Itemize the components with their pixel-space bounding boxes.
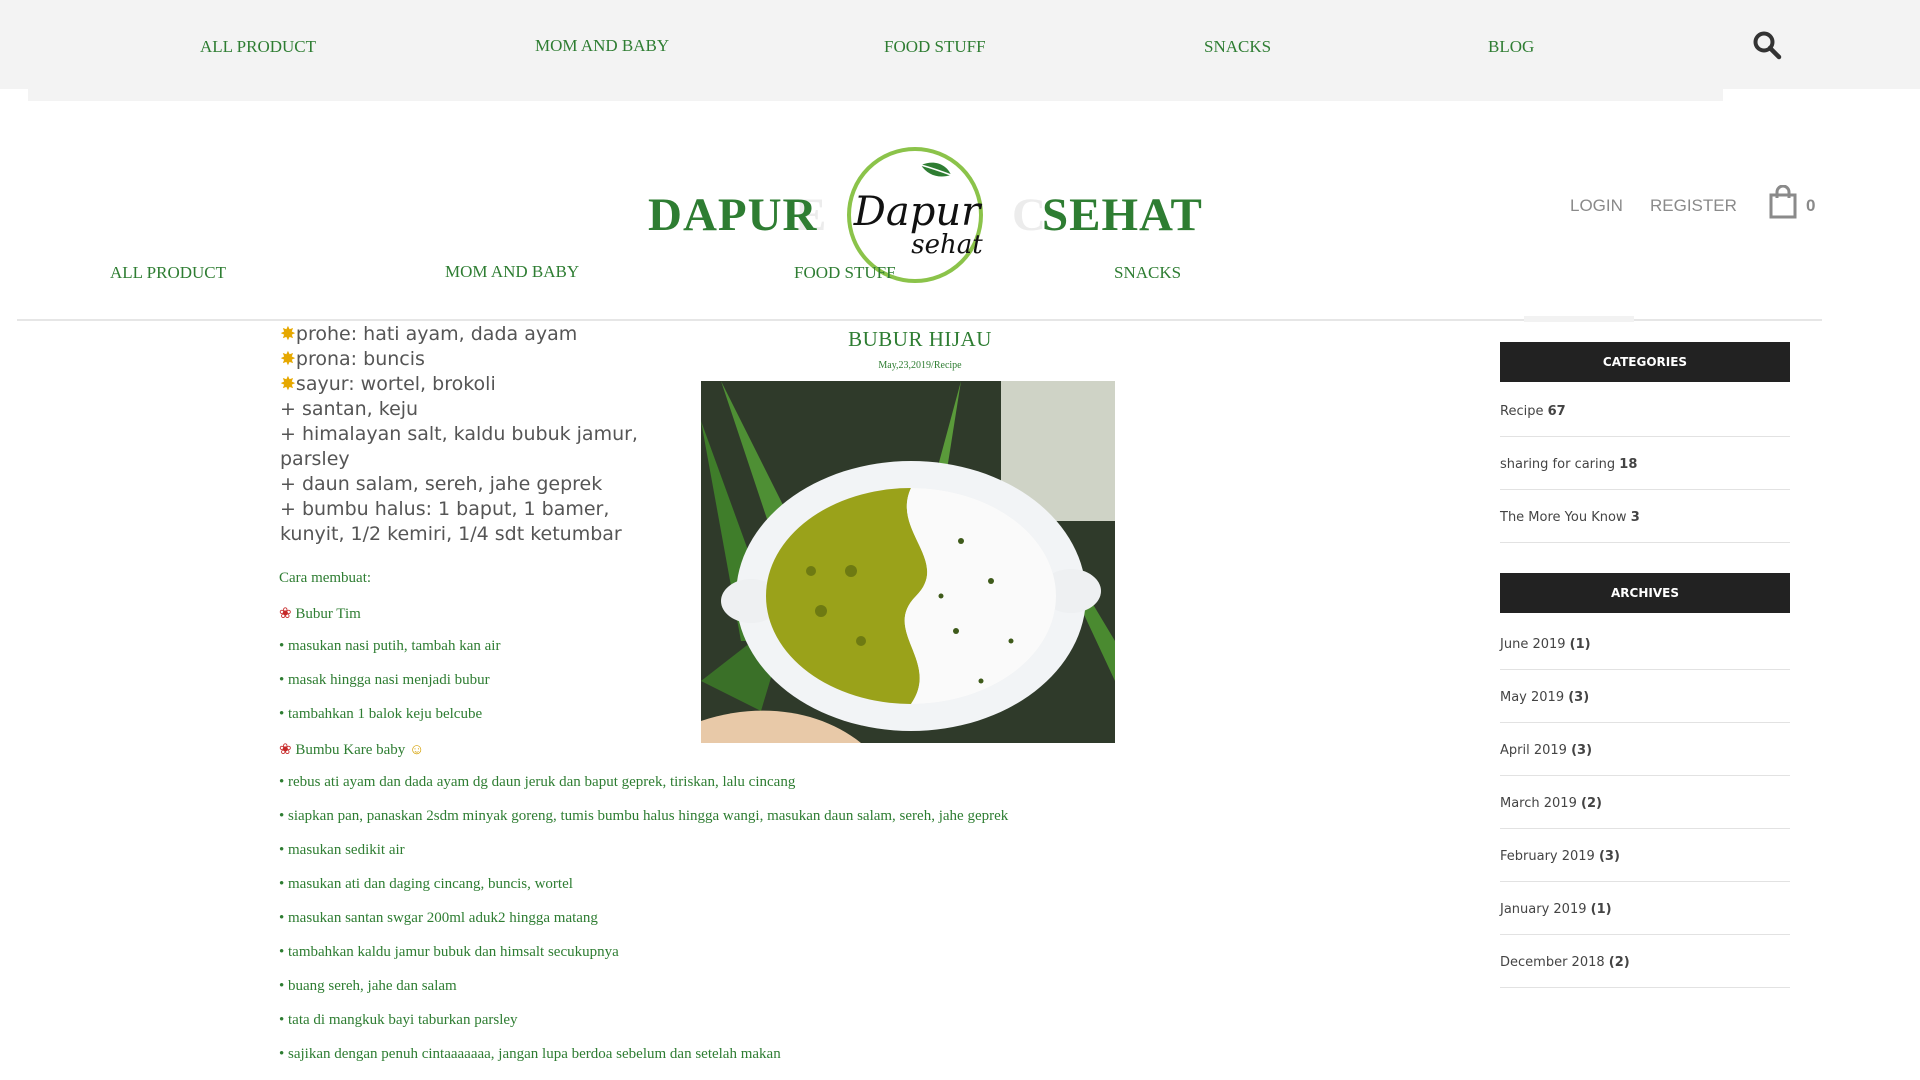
- archive-item[interactable]: April 2019 (3): [1500, 723, 1790, 776]
- step-line: • sajikan dengan penuh cintaaaaaaa, jang…: [279, 1046, 781, 1062]
- archive-item[interactable]: January 2019 (1): [1500, 882, 1790, 935]
- logo-text-sehat: sehat: [911, 230, 983, 260]
- flower-icon: ❀: [279, 606, 292, 622]
- steps-heading: Cara membuat:: [279, 570, 372, 586]
- archives-heading: ARCHIVES: [1500, 573, 1790, 613]
- step-line: • siapkan pan, panaskan 2sdm minyak gore…: [279, 808, 1009, 824]
- top-nav-food-stuff[interactable]: FOOD STUFF: [884, 37, 986, 57]
- archive-item[interactable]: March 2019 (2): [1500, 776, 1790, 829]
- step-line: • tambahkan kaldu jamur bubuk dan himsal…: [279, 944, 619, 960]
- section-heading: ❀ Bumbu Kare baby ☺: [279, 742, 425, 758]
- brand-right-text: SEHAT: [1042, 189, 1203, 241]
- ingredient-line: ✸sayur: wortel, brokoli: [280, 373, 496, 395]
- archive-item[interactable]: June 2019 (1): [1500, 617, 1790, 670]
- star-icon: ✸: [280, 348, 296, 370]
- post-meta: May,23,2019/Recipe: [878, 360, 962, 371]
- cart-count: 0: [1806, 196, 1816, 215]
- ingredient-line: + himalayan salt, kaldu bubuk jamur,: [280, 423, 638, 445]
- sidebar: CATEGORIES Recipe 67 sharing for caring …: [1500, 342, 1790, 988]
- step-line: • tata di mangkuk bayi taburkan parsley: [279, 1012, 518, 1028]
- archive-item[interactable]: May 2019 (3): [1500, 670, 1790, 723]
- step-line: • masukan nasi putih, tambah kan air: [279, 638, 501, 654]
- step-line: • rebus ati ayam dan dada ayam dg daun j…: [279, 774, 796, 790]
- ingredient-line: ✸prona: buncis: [280, 348, 425, 370]
- step-line: • masukan santan swgar 200ml aduk2 hingg…: [279, 910, 598, 926]
- ingredient-line: + daun salam, sereh, jahe geprek: [280, 473, 603, 495]
- logo-text-dapur: Dapur: [853, 189, 983, 235]
- step-line: • masukan ati dan daging cincang, buncis…: [279, 876, 573, 892]
- top-nav-snacks[interactable]: SNACKS: [1204, 37, 1271, 57]
- step-line: • masukan sedikit air: [279, 842, 405, 858]
- archive-item[interactable]: February 2019 (3): [1500, 829, 1790, 882]
- step-line: • masak hingga nasi menjadi bubur: [279, 672, 490, 688]
- ingredient-line: kunyit, 1/2 kemiri, 1/4 sdt ketumbar: [280, 523, 622, 545]
- top-navbar-shadow: [28, 89, 1723, 101]
- step-line: • tambahkan 1 balok keju belcube: [279, 706, 483, 722]
- step-line: • buang sereh, jahe dan salam: [279, 978, 457, 994]
- sub-nav-food-stuff[interactable]: FOOD STUFF: [794, 263, 896, 283]
- post-title: BUBUR HIJAU: [848, 327, 992, 351]
- category-item[interactable]: The More You Know 3: [1500, 490, 1790, 543]
- top-nav-mom-and-baby[interactable]: MOM AND BABY: [535, 36, 669, 56]
- ingredient-line: + santan, keju: [280, 398, 419, 420]
- faded-brand-ghost: C: [1012, 189, 1046, 241]
- section-heading: ❀ Bubur Tim: [279, 606, 361, 622]
- ingredient-line: ✸prohe: hati ayam, dada ayam: [280, 323, 578, 345]
- ingredient-line: parsley: [280, 448, 350, 470]
- ingredient-line: + bumbu halus: 1 baput, 1 bamer,: [280, 498, 610, 520]
- star-icon: ✸: [280, 323, 296, 345]
- category-item[interactable]: sharing for caring 18: [1500, 437, 1790, 490]
- search-icon[interactable]: [1752, 30, 1782, 60]
- sub-nav-snacks[interactable]: SNACKS: [1114, 263, 1181, 283]
- brand-left-text: DAPUR: [648, 189, 818, 241]
- shopping-bag-icon[interactable]: [1768, 185, 1798, 219]
- category-item[interactable]: Recipe 67: [1500, 384, 1790, 437]
- ingredients-list: ✸prohe: hati ayam, dada ayam ✸prona: bun…: [280, 322, 638, 547]
- login-link[interactable]: LOGIN: [1570, 196, 1623, 216]
- star-icon: ✸: [280, 373, 296, 395]
- archive-item[interactable]: December 2018 (2): [1500, 935, 1790, 988]
- register-link[interactable]: REGISTER: [1650, 196, 1737, 216]
- bubur-photo: [701, 381, 1115, 743]
- sub-nav-all-product[interactable]: ALL PRODUCT: [110, 263, 226, 283]
- smile-emoji-icon: ☺: [409, 742, 425, 758]
- sub-nav-mom-and-baby[interactable]: MOM AND BABY: [445, 262, 579, 282]
- top-nav-blog[interactable]: BLOG: [1488, 37, 1534, 57]
- categories-heading: CATEGORIES: [1500, 342, 1790, 382]
- flower-icon: ❀: [279, 742, 292, 758]
- top-nav-all-product[interactable]: ALL PRODUCT: [200, 37, 316, 57]
- faded-sidebar-heading: [1524, 316, 1634, 322]
